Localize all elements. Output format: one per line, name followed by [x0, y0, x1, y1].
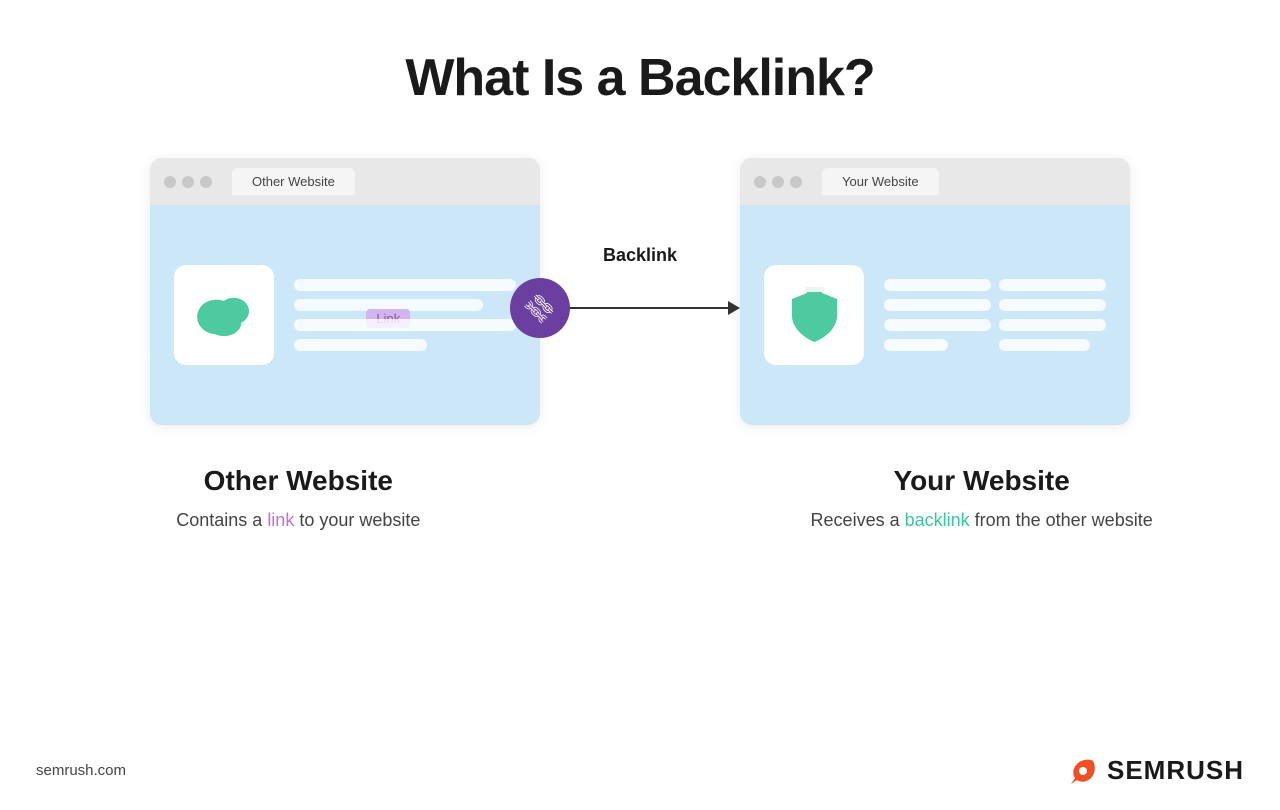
left-browser-tab: Other Website	[232, 168, 355, 195]
right-browser-tab: Your Website	[822, 168, 939, 195]
right-col-1	[884, 279, 991, 351]
arrow-line: ⛓	[540, 278, 740, 338]
page-title: What Is a Backlink?	[405, 48, 874, 108]
chain-icon: ⛓	[519, 287, 561, 329]
arrow-section: Backlink ⛓	[540, 245, 740, 338]
right-browser-dots	[754, 176, 802, 188]
labels-area: Other Website Contains a link to your we…	[0, 465, 1280, 534]
semrush-logo: SEMRUSH	[1063, 752, 1244, 788]
footer: semrush.com SEMRUSH	[0, 752, 1280, 788]
right-desc-suffix: from the other website	[970, 510, 1153, 530]
right-content-block	[884, 279, 1106, 351]
r-line-5	[999, 279, 1106, 291]
left-label-title: Other Website	[103, 465, 493, 497]
r-line-1	[884, 279, 991, 291]
left-desc-suffix: to your website	[294, 510, 420, 530]
left-desc-link: link	[267, 510, 294, 530]
footer-url: semrush.com	[36, 762, 126, 779]
green-blob-icon	[194, 290, 254, 340]
chain-icon-circle: ⛓	[510, 278, 570, 338]
right-browser-bar: Your Website	[740, 158, 1130, 205]
right-image-card	[764, 265, 864, 365]
right-desc-backlink: backlink	[905, 510, 970, 530]
center-spacer	[540, 465, 740, 534]
backlink-arrow-label: Backlink	[603, 245, 677, 266]
dot-3	[200, 176, 212, 188]
dot-1	[164, 176, 176, 188]
r-line-2	[884, 299, 991, 311]
arrow-shaft	[568, 307, 728, 309]
line-1	[294, 279, 516, 291]
left-browser: Other Website Link	[150, 158, 540, 425]
right-browser: Your Website	[740, 158, 1130, 425]
line-4	[294, 339, 427, 351]
dot-5	[772, 176, 784, 188]
dot-6	[790, 176, 802, 188]
shield-icon	[787, 286, 842, 344]
arrow-head	[728, 301, 740, 315]
right-col-2	[999, 279, 1106, 351]
left-label-block: Other Website Contains a link to your we…	[103, 465, 493, 534]
arrow-connector	[568, 301, 740, 315]
r-line-7	[999, 319, 1106, 331]
right-desc-prefix: Receives a	[811, 510, 905, 530]
line-3	[294, 319, 516, 331]
r-line-8	[999, 339, 1090, 351]
right-label-title: Your Website	[787, 465, 1177, 497]
left-desc-prefix: Contains a	[176, 510, 267, 530]
r-line-3	[884, 319, 991, 331]
left-image-card	[174, 265, 274, 365]
semrush-icon	[1063, 752, 1099, 788]
line-2: Link	[294, 299, 483, 311]
r-line-6	[999, 299, 1106, 311]
left-content-lines: Link	[294, 279, 516, 351]
left-browser-bar: Other Website	[150, 158, 540, 205]
left-browser-dots	[164, 176, 212, 188]
semrush-brand-text: SEMRUSH	[1107, 755, 1244, 786]
left-label-desc: Contains a link to your website	[103, 507, 493, 534]
dot-4	[754, 176, 766, 188]
diagram-area: Other Website Link	[0, 158, 1280, 425]
right-content-lines	[884, 279, 1106, 351]
right-label-block: Your Website Receives a backlink from th…	[787, 465, 1177, 534]
right-browser-content	[740, 205, 1130, 425]
left-browser-content: Link	[150, 205, 540, 425]
dot-2	[182, 176, 194, 188]
r-line-4	[884, 339, 948, 351]
right-label-desc: Receives a backlink from the other websi…	[787, 507, 1177, 534]
